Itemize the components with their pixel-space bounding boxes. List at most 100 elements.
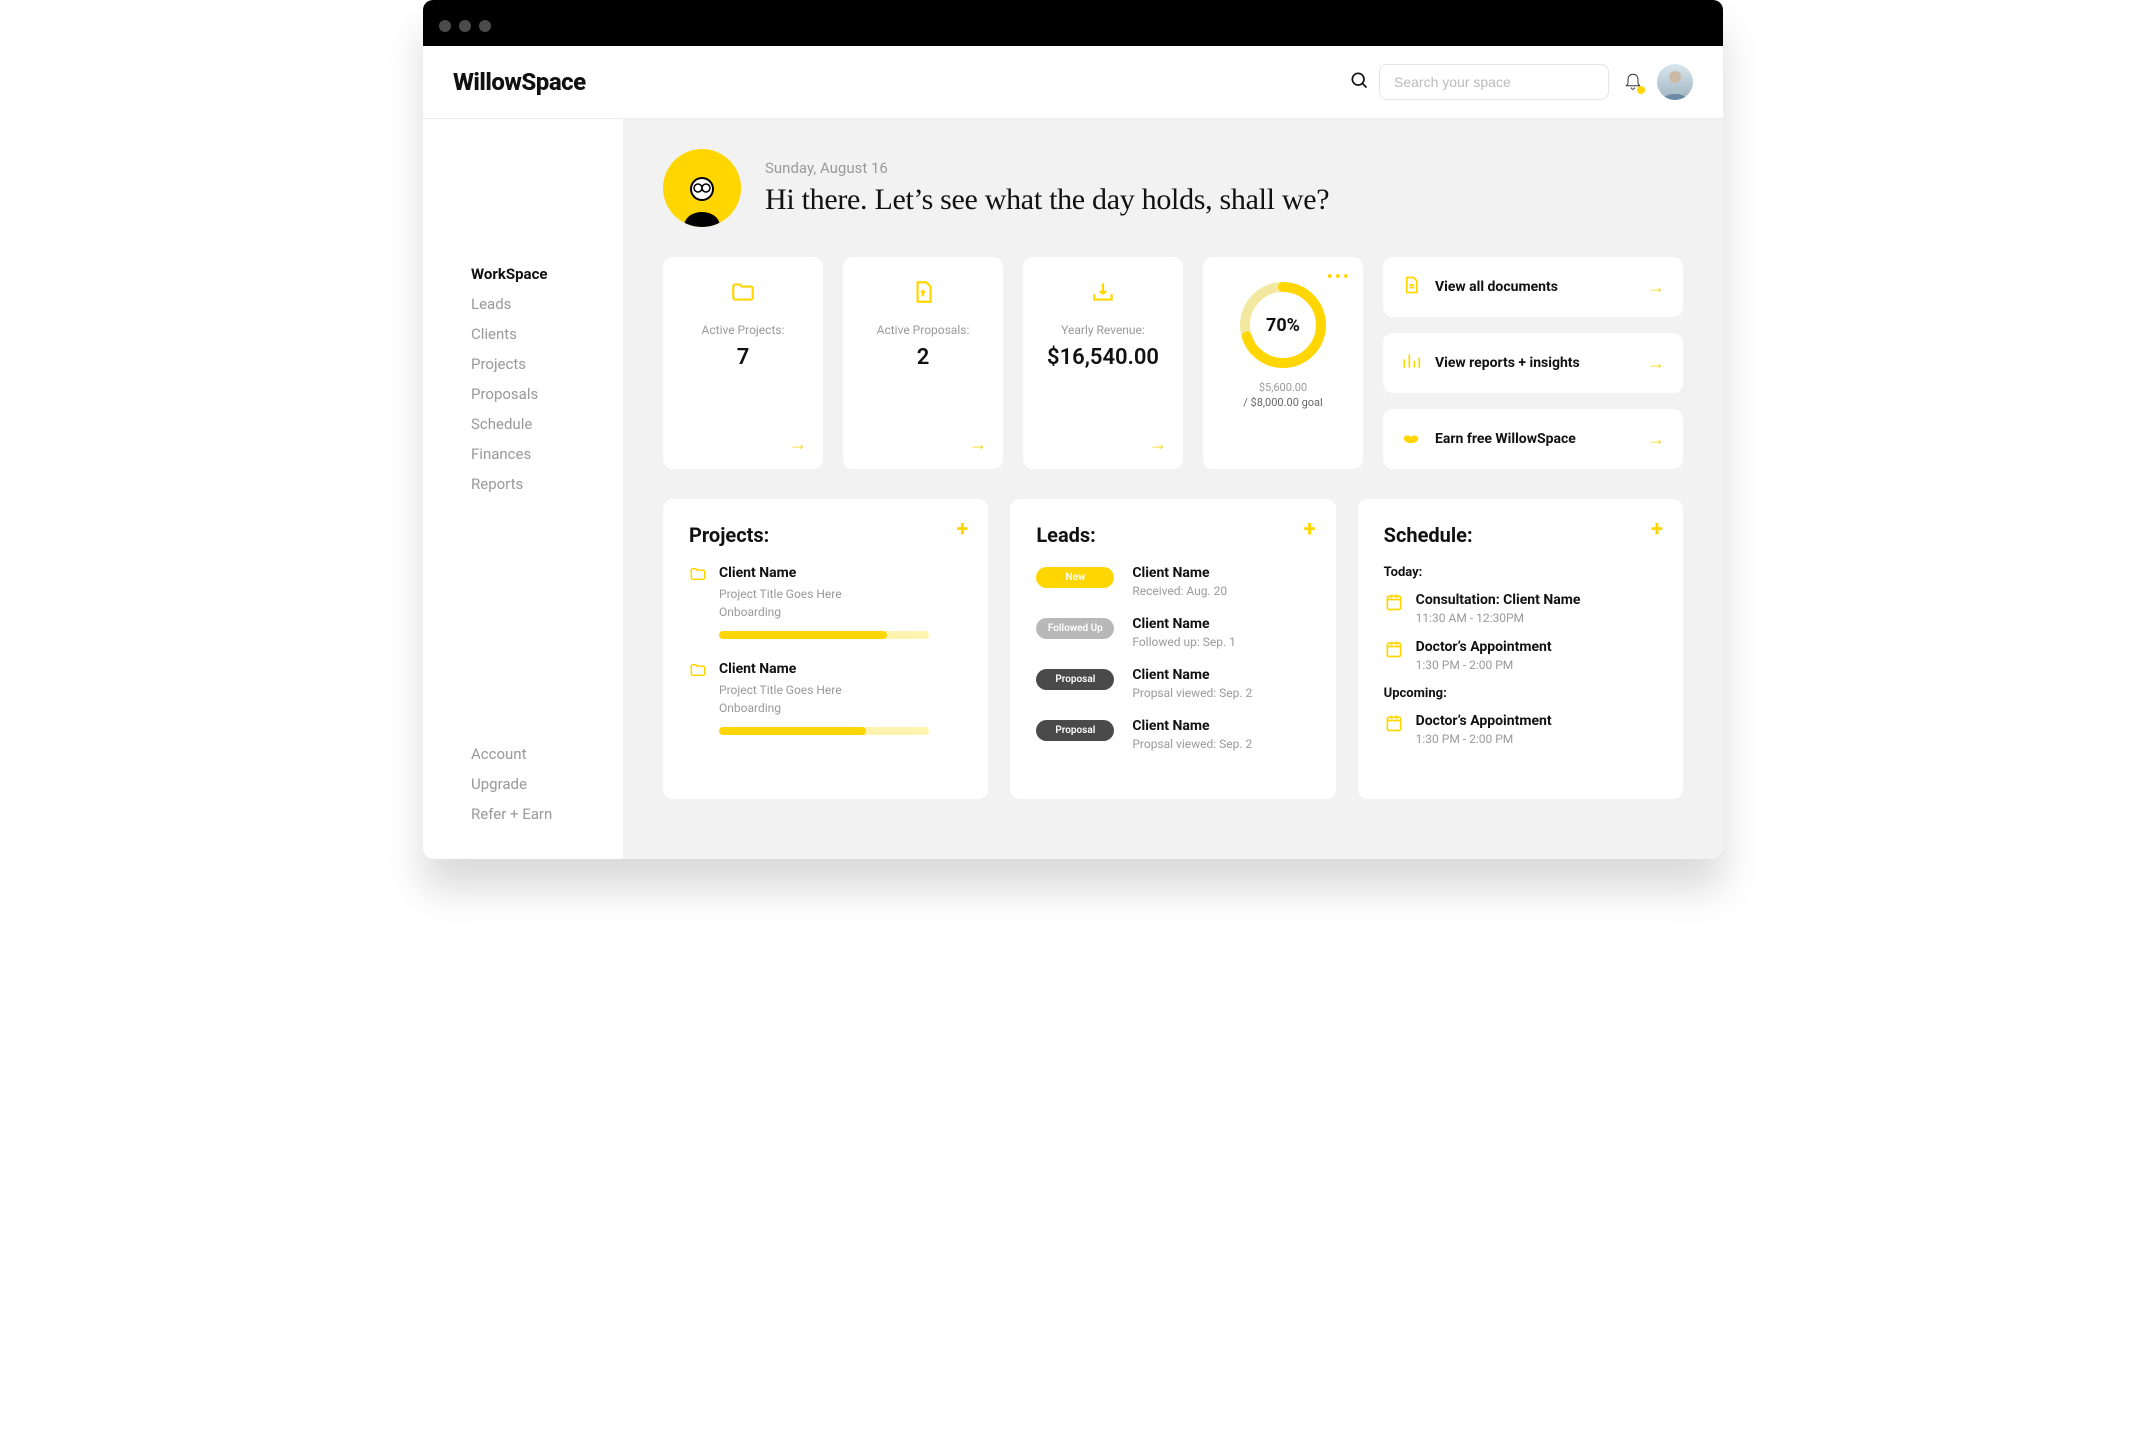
search-icon[interactable] [1349, 70, 1369, 94]
stat-value: 2 [917, 345, 930, 370]
lead-name: Client Name [1132, 616, 1236, 632]
add-project-button[interactable]: + [956, 517, 968, 542]
folder-icon [730, 279, 756, 309]
link-label: Earn free WillowSpace [1435, 431, 1633, 447]
lead-item[interactable]: New Client Name Received: Aug. 20 [1036, 565, 1309, 598]
sidebar-item-projects[interactable]: Projects [471, 349, 623, 379]
more-icon[interactable]: ••• [1327, 267, 1351, 288]
greeting-date: Sunday, August 16 [765, 159, 1329, 177]
main: Sunday, August 16 Hi there. Let’s see wh… [623, 119, 1723, 859]
nav-bottom: Account Upgrade Refer + Earn [471, 739, 623, 829]
document-dollar-icon [910, 279, 936, 309]
card-active-projects[interactable]: Active Projects: 7 → [663, 257, 823, 469]
sidebar-item-clients[interactable]: Clients [471, 319, 623, 349]
project-stage: Onboarding [719, 699, 929, 717]
add-lead-button[interactable]: + [1304, 517, 1316, 542]
brand-logo: WillowSpace [453, 68, 586, 96]
schedule-today-label: Today: [1384, 565, 1657, 580]
arrow-right-icon: → [1647, 277, 1665, 298]
lead-item[interactable]: Proposal Client Name Propsal viewed: Sep… [1036, 667, 1309, 700]
panel-schedule: + Schedule: Today: Consultation: Client … [1358, 499, 1683, 799]
card-goal[interactable]: ••• 70% $5,600.00 / $8,000.00 goal [1203, 257, 1363, 469]
chart-icon [1401, 351, 1421, 375]
schedule-item[interactable]: Consultation: Client Name 11:30 AM - 12:… [1384, 592, 1657, 625]
lead-item[interactable]: Proposal Client Name Propsal viewed: Sep… [1036, 718, 1309, 751]
arrow-right-icon: → [969, 434, 987, 455]
sidebar-item-finances[interactable]: Finances [471, 439, 623, 469]
lead-badge: Proposal [1036, 720, 1114, 741]
stat-label: Active Proposals: [877, 323, 970, 337]
schedule-item[interactable]: Doctor’s Appointment 1:30 PM - 2:00 PM [1384, 639, 1657, 672]
goal-percent: 70% [1237, 279, 1329, 371]
window-controls [423, 20, 1723, 46]
notifications-icon[interactable] [1623, 70, 1643, 94]
link-label: View all documents [1435, 279, 1633, 295]
greeting: Sunday, August 16 Hi there. Let’s see wh… [663, 149, 1683, 227]
sidebar-item-proposals[interactable]: Proposals [471, 379, 623, 409]
schedule-time: 11:30 AM - 12:30PM [1416, 611, 1581, 625]
lead-badge: New [1036, 567, 1114, 588]
schedule-name: Doctor’s Appointment [1416, 713, 1552, 729]
arrow-right-icon: → [789, 434, 807, 455]
link-earn[interactable]: Earn free WillowSpace → [1383, 409, 1683, 469]
hands-icon [1401, 427, 1421, 451]
project-item[interactable]: Client Name Project Title Goes Here Onbo… [689, 565, 962, 639]
sidebar-item-upgrade[interactable]: Upgrade [471, 769, 623, 799]
panel-title: Leads: [1036, 523, 1309, 547]
nav-main: WorkSpace Leads Clients Projects Proposa… [471, 259, 623, 499]
folder-icon [689, 565, 707, 639]
card-active-proposals[interactable]: Active Proposals: 2 → [843, 257, 1003, 469]
panel-leads: + Leads: New Client Name Received: Aug. … [1010, 499, 1335, 799]
lead-name: Client Name [1132, 565, 1227, 581]
sidebar-item-account[interactable]: Account [471, 739, 623, 769]
calendar-icon [1384, 639, 1404, 672]
schedule-upcoming-label: Upcoming: [1384, 686, 1657, 701]
sidebar-item-leads[interactable]: Leads [471, 289, 623, 319]
lead-item[interactable]: Followed Up Client Name Followed up: Sep… [1036, 616, 1309, 649]
link-label: View reports + insights [1435, 355, 1633, 371]
link-view-reports[interactable]: View reports + insights → [1383, 333, 1683, 393]
stat-label: Active Projects: [702, 323, 785, 337]
schedule-time: 1:30 PM - 2:00 PM [1416, 732, 1552, 746]
card-yearly-revenue[interactable]: Yearly Revenue: $16,540.00 → [1023, 257, 1183, 469]
lead-sub: Propsal viewed: Sep. 2 [1132, 737, 1252, 751]
project-title: Project Title Goes Here [719, 585, 929, 603]
project-progress [719, 631, 929, 639]
document-icon [1401, 275, 1421, 299]
panel-projects: + Projects: Client Name Project Title Go… [663, 499, 988, 799]
goal-donut: 70% [1237, 279, 1329, 371]
add-schedule-button[interactable]: + [1651, 517, 1663, 542]
project-progress [719, 727, 929, 735]
schedule-item[interactable]: Doctor’s Appointment 1:30 PM - 2:00 PM [1384, 713, 1657, 746]
arrow-right-icon: → [1647, 429, 1665, 450]
calendar-icon [1384, 713, 1404, 746]
goal-target: / $8,000.00 goal [1243, 396, 1322, 409]
lead-name: Client Name [1132, 667, 1252, 683]
project-stage: Onboarding [719, 603, 929, 621]
sidebar-item-refer[interactable]: Refer + Earn [471, 799, 623, 829]
goal-current: $5,600.00 [1259, 381, 1307, 394]
sidebar-item-workspace[interactable]: WorkSpace [471, 259, 623, 289]
search-input[interactable] [1379, 64, 1609, 100]
lead-badge: Proposal [1036, 669, 1114, 690]
calendar-icon [1384, 592, 1404, 625]
project-item[interactable]: Client Name Project Title Goes Here Onbo… [689, 661, 962, 735]
sidebar-item-schedule[interactable]: Schedule [471, 409, 623, 439]
schedule-name: Doctor’s Appointment [1416, 639, 1552, 655]
stat-value: 7 [737, 345, 750, 370]
stat-label: Yearly Revenue: [1061, 323, 1145, 337]
lead-name: Client Name [1132, 718, 1252, 734]
inbox-download-icon [1090, 279, 1116, 309]
sidebar: WorkSpace Leads Clients Projects Proposa… [423, 119, 623, 859]
panel-title: Schedule: [1384, 523, 1657, 547]
stat-value: $16,540.00 [1047, 345, 1159, 370]
folder-icon [689, 661, 707, 735]
link-view-documents[interactable]: View all documents → [1383, 257, 1683, 317]
arrow-right-icon: → [1149, 434, 1167, 455]
project-client: Client Name [719, 565, 929, 581]
header: WillowSpace [423, 46, 1723, 119]
avatar[interactable] [1657, 64, 1693, 100]
lead-badge: Followed Up [1036, 618, 1114, 639]
sidebar-item-reports[interactable]: Reports [471, 469, 623, 499]
project-client: Client Name [719, 661, 929, 677]
